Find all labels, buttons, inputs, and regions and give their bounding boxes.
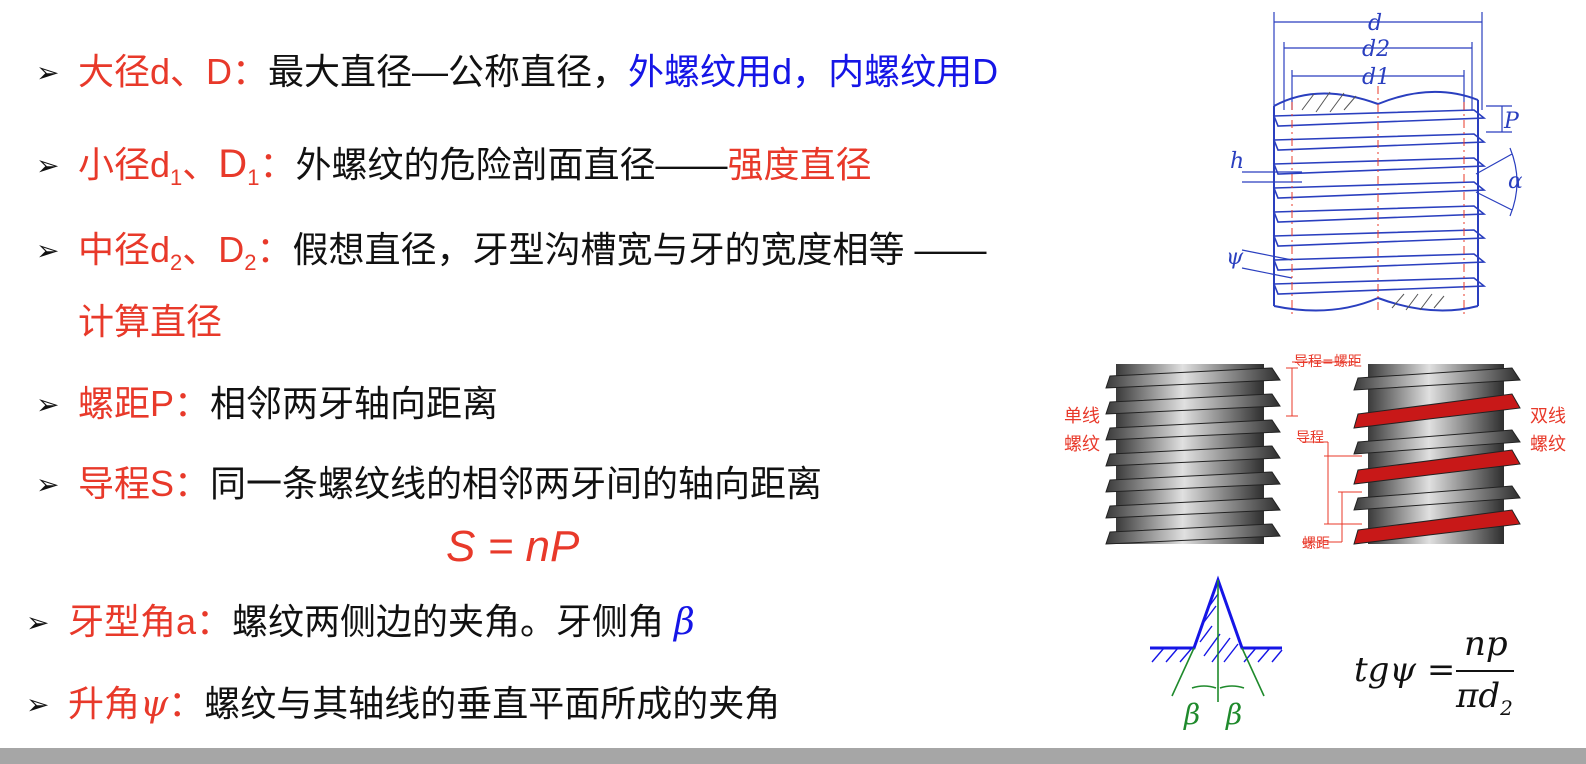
label-d2: d2 bbox=[1362, 37, 1390, 62]
term-pitch: 螺距P： bbox=[78, 383, 211, 424]
label-lead: 导程 bbox=[1296, 430, 1324, 446]
formula-lead: S = nP bbox=[446, 522, 580, 571]
term-lead-angle: 升角ψ： bbox=[68, 683, 205, 725]
fraction-bar bbox=[1456, 670, 1514, 672]
bullet-arrow-icon: ➢ bbox=[36, 469, 60, 500]
label-single-l2: 螺纹 bbox=[1064, 434, 1100, 455]
thread-diameter-figure: d d2 d1 P h α ψ bbox=[1226, 11, 1522, 314]
label-d1: d1 bbox=[1362, 65, 1390, 90]
bullet-arrow-icon: ➢ bbox=[26, 689, 50, 720]
formula-numerator: np bbox=[1464, 624, 1508, 664]
label-d: d bbox=[1368, 11, 1382, 36]
bullet-arrow-icon: ➢ bbox=[36, 389, 60, 420]
bullet-thread-angle: ➢ 牙型角a：螺纹两侧边的夹角。牙侧角 β bbox=[26, 600, 695, 645]
label-lead-eq-pitch: 导程=螺距 bbox=[1294, 354, 1362, 370]
bullet-minor-diameter: ➢ 小径d1、D1：外螺纹的危险剖面直径——强度直径 bbox=[36, 142, 871, 200]
label-beta-right: β bbox=[1225, 698, 1242, 731]
label-single-l1: 单线 bbox=[1064, 406, 1100, 427]
bullet-pitch-diameter: ➢ 中径d2、D2：假想直径，牙型沟槽宽与牙的宽度相等 —— bbox=[36, 228, 987, 285]
term-pitch-diameter: 中径d2、D2： bbox=[78, 229, 293, 275]
bullet-arrow-icon: ➢ bbox=[36, 235, 60, 266]
label-p: P bbox=[1503, 109, 1520, 134]
desc-lead-angle: 螺纹与其轴线的垂直平面所成的夹角 bbox=[204, 683, 781, 724]
bullet-major-diameter: ➢ 大径d、D：最大直径—公称直径，外螺纹用d，内螺纹用D bbox=[36, 50, 998, 95]
formula-lhs: tgψ = bbox=[1354, 650, 1456, 690]
bullet-lead: ➢ 导程S：同一条螺纹线的相邻两牙间的轴向距离 bbox=[36, 462, 822, 507]
slide: ➢ 大径d、D：最大直径—公称直径，外螺纹用d，内螺纹用D ➢ 小径d1、D1：外螺… bbox=[0, 0, 1586, 764]
extra-major-diameter: 外螺纹用d，内螺纹用D bbox=[628, 51, 999, 92]
emph-strength-diameter: 强度直径 bbox=[727, 144, 872, 185]
desc-lead: 同一条螺纹线的相邻两牙间的轴向距离 bbox=[210, 463, 823, 504]
bullet-arrow-icon: ➢ bbox=[36, 57, 60, 88]
lead-figure: 单线 螺纹 双线 螺纹 导程=螺距 导程 螺距 bbox=[1064, 354, 1566, 552]
cont-calc-diameter: 计算直径 bbox=[78, 301, 223, 342]
bottom-bar bbox=[0, 748, 1586, 764]
desc-major-diameter: 最大直径—公称直径， bbox=[268, 51, 629, 92]
label-h: h bbox=[1230, 149, 1244, 174]
symbol-beta: β bbox=[674, 602, 695, 643]
desc-thread-angle: 螺纹两侧边的夹角。牙侧角 bbox=[232, 601, 675, 642]
desc-minor-diameter: 外螺纹的危险剖面直径—— bbox=[295, 144, 728, 185]
label-psi: ψ bbox=[1226, 245, 1244, 270]
bullet-arrow-icon: ➢ bbox=[26, 607, 50, 638]
formula-lead-angle: tgψ = np πd2 bbox=[1352, 624, 1532, 724]
label-alpha: α bbox=[1508, 169, 1522, 194]
desc-pitch: 相邻两牙轴向距离 bbox=[210, 383, 499, 424]
term-thread-angle: 牙型角a： bbox=[68, 601, 233, 642]
bullet-arrow-icon: ➢ bbox=[36, 150, 60, 181]
term-lead: 导程S： bbox=[78, 463, 211, 504]
bullet-pitch: ➢ 螺距P：相邻两牙轴向距离 bbox=[36, 382, 498, 427]
desc-pitch-diameter: 假想直径，牙型沟槽宽与牙的宽度相等 —— bbox=[292, 229, 987, 270]
bullet-lead-angle: ➢ 升角ψ：螺纹与其轴线的垂直平面所成的夹角 bbox=[26, 682, 780, 727]
label-pitch: 螺距 bbox=[1302, 536, 1330, 552]
term-major-diameter: 大径d、D： bbox=[78, 51, 269, 92]
term-minor-diameter: 小径d1、D1： bbox=[78, 142, 296, 190]
label-beta-left: β bbox=[1183, 698, 1200, 731]
thread-angle-figure: β β bbox=[1150, 575, 1283, 731]
label-double-l1: 双线 bbox=[1530, 406, 1566, 427]
label-double-l2: 螺纹 bbox=[1530, 434, 1566, 455]
formula-denominator: πd2 bbox=[1456, 676, 1513, 720]
